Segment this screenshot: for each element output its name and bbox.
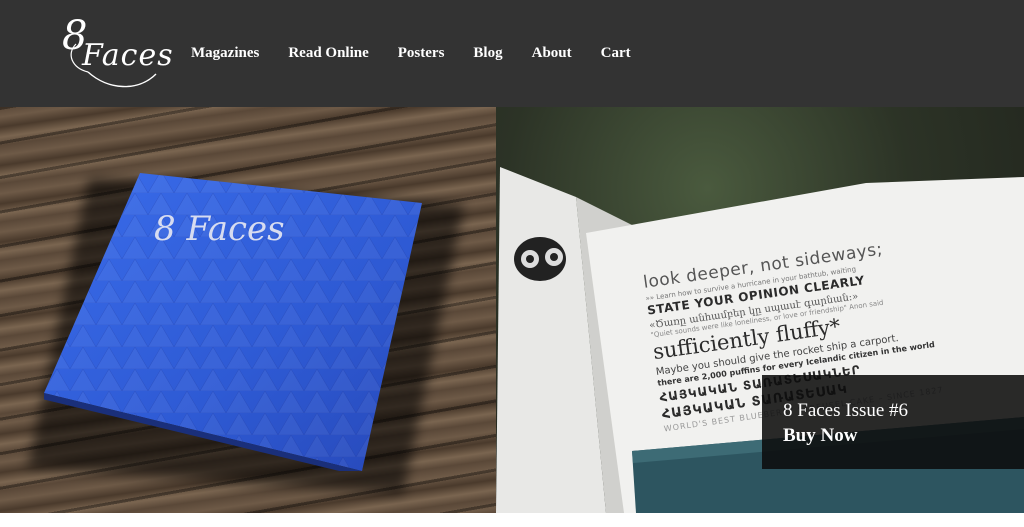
nav-link-cart[interactable]: Cart: [601, 42, 631, 64]
blue-book: 8 Faces: [44, 171, 424, 471]
page-bottom-strip: [0, 513, 1024, 527]
buy-issue-promo[interactable]: 8 Faces Issue #6 Buy Now: [762, 375, 1024, 469]
logo-flourish-icon: [70, 43, 157, 88]
nav-link-read-online[interactable]: Read Online: [288, 42, 368, 64]
promo-issue-title: 8 Faces Issue #6: [783, 400, 909, 421]
book-cover-logo: 8 Faces: [154, 209, 285, 249]
hero-photo-book-cover[interactable]: 8 Faces: [0, 107, 496, 513]
site-logo[interactable]: 8 Faces: [58, 14, 173, 94]
buy-now-link[interactable]: Buy Now: [783, 425, 857, 447]
main-nav: Magazines Read Online Posters Blog About…: [191, 42, 660, 64]
site-header: 8 Faces Magazines Read Online Posters Bl…: [0, 0, 1024, 107]
nav-link-posters[interactable]: Posters: [398, 42, 445, 64]
nav-link-blog[interactable]: Blog: [473, 42, 502, 64]
nav-link-magazines[interactable]: Magazines: [191, 42, 259, 64]
nav-link-about[interactable]: About: [532, 42, 572, 64]
